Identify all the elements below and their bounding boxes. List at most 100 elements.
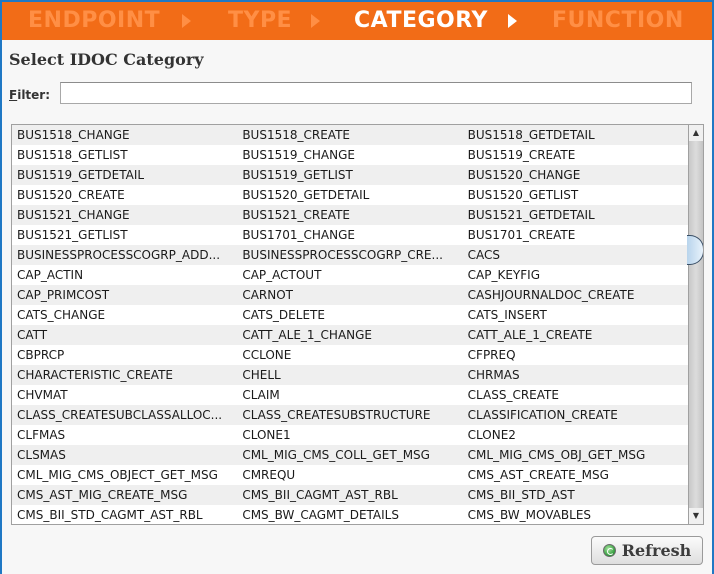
- list-item[interactable]: CLAIM: [237, 385, 462, 405]
- list-item[interactable]: BUS1521_CREATE: [237, 205, 462, 225]
- list-item[interactable]: CASHJOURNALDOC_CREATE: [463, 285, 688, 305]
- list-item[interactable]: CHELL: [237, 365, 462, 385]
- refresh-button-label: Refresh: [621, 541, 692, 560]
- list-item[interactable]: BUSINESSPROCESSCOGRP_CRE...: [237, 245, 462, 265]
- list-item[interactable]: CHARACTERISTIC_CREATE: [12, 365, 237, 385]
- list-item[interactable]: CATS_DELETE: [237, 305, 462, 325]
- chevron-right-icon: [311, 14, 320, 28]
- list-item[interactable]: BUS1701_CHANGE: [237, 225, 462, 245]
- list-item[interactable]: CACS: [463, 245, 688, 265]
- list-item[interactable]: CML_MIG_CMS_OBJECT_GET_MSG: [12, 465, 237, 485]
- list-item[interactable]: CMS_AST_CREATE_MSG: [463, 465, 688, 485]
- list-item[interactable]: BUS1701_CREATE: [463, 225, 688, 245]
- wizard-step-endpoint[interactable]: ENDPOINT: [28, 8, 160, 33]
- scroll-down-button[interactable]: ▼: [689, 508, 703, 524]
- list-item[interactable]: CML_MIG_CMS_COLL_GET_MSG: [237, 445, 462, 465]
- list-row: CBPRCP CCLONE CFPREQ: [12, 345, 688, 365]
- list-row: CHVMAT CLAIM CLASS_CREATE: [12, 385, 688, 405]
- vertical-scrollbar[interactable]: ▲ ▼: [687, 125, 703, 524]
- chevron-right-icon: [182, 14, 191, 28]
- list-item[interactable]: CATT: [12, 325, 237, 345]
- list-item[interactable]: CML_MIG_CMS_OBJ_GET_MSG: [463, 445, 688, 465]
- list-row: CLSMAS CML_MIG_CMS_COLL_GET_MSG CML_MIG_CM…: [12, 445, 688, 465]
- list-item[interactable]: CATS_INSERT: [463, 305, 688, 325]
- list-row: BUS1518_CHANGE BUS1518_CREATE BUS1518_GETD…: [12, 125, 688, 145]
- list-item[interactable]: CMS_BW_MOVABLES: [463, 505, 688, 524]
- list-item[interactable]: BUS1520_GETDETAIL: [237, 185, 462, 205]
- filter-label-text: ilter:: [17, 88, 51, 102]
- wizard-step-type[interactable]: TYPE: [228, 8, 292, 33]
- idoc-category-dialog: ENDPOINT TYPE CATEGORY FUNCTION Select I…: [2, 2, 712, 574]
- list-item[interactable]: CATS_CHANGE: [12, 305, 237, 325]
- list-item[interactable]: CMS_AST_MIG_CREATE_MSG: [12, 485, 237, 505]
- list-row: CATS_CHANGE CATS_DELETE CATS_INSERT: [12, 305, 688, 325]
- list-item[interactable]: CMS_BII_CAGMT_AST_RBL: [237, 485, 462, 505]
- list-item[interactable]: CAP_PRIMCOST: [12, 285, 237, 305]
- list-item[interactable]: CLSMAS: [12, 445, 237, 465]
- list-row: CATT CATT_ALE_1_CHANGE CATT_ALE_1_CREATE: [12, 325, 688, 345]
- list-item[interactable]: BUS1519_CHANGE: [237, 145, 462, 165]
- list-item[interactable]: CAP_KEYFIG: [463, 265, 688, 285]
- list-item[interactable]: BUS1518_CHANGE: [12, 125, 237, 145]
- category-list-rows: BUS1518_CHANGE BUS1518_CREATE BUS1518_GETD…: [12, 125, 688, 524]
- list-item[interactable]: CBPRCP: [12, 345, 237, 365]
- filter-label-accelerator: F: [9, 88, 18, 102]
- list-item[interactable]: BUS1521_GETLIST: [12, 225, 237, 245]
- list-item[interactable]: CMREQU: [237, 465, 462, 485]
- chevron-right-icon: [508, 14, 517, 28]
- wizard-step-function[interactable]: FUNCTION: [552, 8, 684, 33]
- list-item[interactable]: CLFMAS: [12, 425, 237, 445]
- list-item[interactable]: CATT_ALE_1_CHANGE: [237, 325, 462, 345]
- list-row: CMS_BII_STD_CAGMT_AST_RBL CMS_BW_CAGMT_DE…: [12, 505, 688, 524]
- list-item[interactable]: BUS1519_CREATE: [463, 145, 688, 165]
- list-item[interactable]: CHVMAT: [12, 385, 237, 405]
- list-row: CHARACTERISTIC_CREATE CHELL CHRMAS: [12, 365, 688, 385]
- list-item[interactable]: CLASSIFICATION_CREATE: [463, 405, 688, 425]
- list-item[interactable]: CFPREQ: [463, 345, 688, 365]
- list-row: CAP_ACTIN CAP_ACTOUT CAP_KEYFIG: [12, 265, 688, 285]
- list-item[interactable]: CAP_ACTIN: [12, 265, 237, 285]
- list-row: CLASS_CREATESUBCLASSALLOC... CLASS_CREATE…: [12, 405, 688, 425]
- list-item[interactable]: BUS1518_GETDETAIL: [463, 125, 688, 145]
- list-row: CAP_PRIMCOST CARNOT CASHJOURNALDOC_CREATE: [12, 285, 688, 305]
- list-item[interactable]: BUS1520_GETLIST: [463, 185, 688, 205]
- wizard-steps-bar: ENDPOINT TYPE CATEGORY FUNCTION: [2, 2, 712, 40]
- filter-input[interactable]: [60, 82, 692, 104]
- list-item[interactable]: CHRMAS: [463, 365, 688, 385]
- list-item[interactable]: CLASS_CREATESUBSTRUCTURE: [237, 405, 462, 425]
- list-item[interactable]: BUS1520_CREATE: [12, 185, 237, 205]
- list-item[interactable]: BUS1519_GETLIST: [237, 165, 462, 185]
- refresh-button[interactable]: Refresh: [591, 536, 703, 565]
- list-item[interactable]: BUS1519_GETDETAIL: [12, 165, 237, 185]
- wizard-step-category[interactable]: CATEGORY: [354, 8, 488, 33]
- list-row: CLFMAS CLONE1 CLONE2: [12, 425, 688, 445]
- list-item[interactable]: CAP_ACTOUT: [237, 265, 462, 285]
- filter-label: Filter:: [9, 88, 50, 102]
- list-row: CML_MIG_CMS_OBJECT_GET_MSG CMREQU CMS_AST_…: [12, 465, 688, 485]
- list-item[interactable]: CCLONE: [237, 345, 462, 365]
- list-row: BUS1521_CHANGE BUS1521_CREATE BUS1521_GETD…: [12, 205, 688, 225]
- list-item[interactable]: CATT_ALE_1_CREATE: [463, 325, 688, 345]
- list-row: BUS1521_GETLIST BUS1701_CHANGE BUS1701_CRE…: [12, 225, 688, 245]
- list-item[interactable]: CMS_BII_STD_AST: [463, 485, 688, 505]
- list-item[interactable]: BUS1518_GETLIST: [12, 145, 237, 165]
- list-item[interactable]: BUS1520_CHANGE: [463, 165, 688, 185]
- scrollbar-thumb[interactable]: [687, 235, 703, 265]
- list-row: BUS1520_CREATE BUS1520_GETDETAIL BUS1520_G…: [12, 185, 688, 205]
- list-row: BUS1518_GETLIST BUS1519_CHANGE BUS1519_CRE…: [12, 145, 688, 165]
- list-item[interactable]: CLASS_CREATESUBCLASSALLOC...: [12, 405, 237, 425]
- refresh-icon: [602, 544, 616, 557]
- list-row: BUSINESSPROCESSCOGRP_ADD... BUSINESSPROCE…: [12, 245, 688, 265]
- list-item[interactable]: BUS1521_GETDETAIL: [463, 205, 688, 225]
- scroll-up-button[interactable]: ▲: [689, 125, 703, 141]
- list-item[interactable]: CMS_BII_STD_CAGMT_AST_RBL: [12, 505, 237, 524]
- list-item[interactable]: CMS_BW_CAGMT_DETAILS: [237, 505, 462, 524]
- list-item[interactable]: CLONE1: [237, 425, 462, 445]
- list-item[interactable]: CARNOT: [237, 285, 462, 305]
- list-item[interactable]: BUSINESSPROCESSCOGRP_ADD...: [12, 245, 237, 265]
- list-item[interactable]: CLONE2: [463, 425, 688, 445]
- list-item[interactable]: BUS1518_CREATE: [237, 125, 462, 145]
- list-item[interactable]: CLASS_CREATE: [463, 385, 688, 405]
- page-title: Select IDOC Category: [9, 50, 204, 69]
- list-item[interactable]: BUS1521_CHANGE: [12, 205, 237, 225]
